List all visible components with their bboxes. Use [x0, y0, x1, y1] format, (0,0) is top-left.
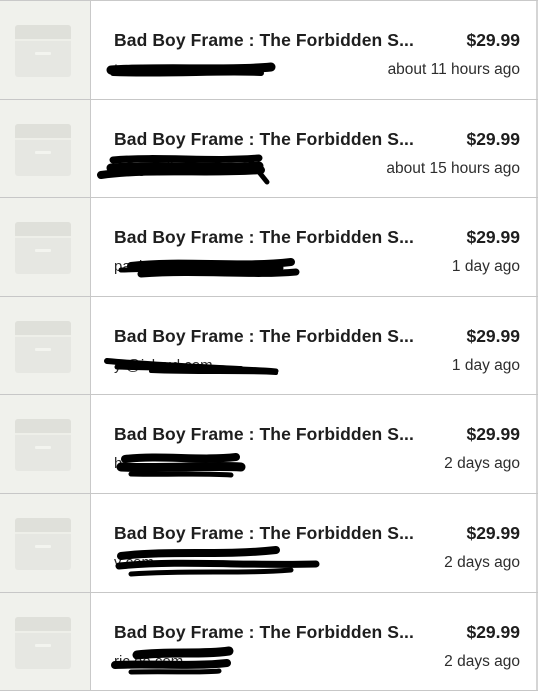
- thumbnail-column: [0, 493, 91, 592]
- thumbnail-column: [0, 1, 91, 99]
- order-details: Bad Boy Frame : The Forbidden S... $29.9…: [91, 1, 538, 99]
- product-placeholder-icon: [15, 320, 71, 373]
- thumbnail-column: [0, 198, 91, 296]
- order-details: Bad Boy Frame : The Forbidden S... $29.9…: [91, 493, 538, 592]
- product-placeholder-icon: [15, 419, 71, 472]
- thumbnail-column: [0, 395, 91, 493]
- customer-email: v com: [114, 553, 155, 571]
- order-price: $29.99: [466, 325, 520, 346]
- product-placeholder-icon: [15, 25, 71, 77]
- order-list: Bad Boy Frame : The Forbidden S... $29.9…: [0, 0, 538, 700]
- order-details: Bad Boy Frame : The Forbidden S... $29.9…: [91, 198, 538, 296]
- order-price: $29.99: [466, 522, 520, 543]
- order-time: 1 day ago: [451, 258, 520, 276]
- order-time: 2 days ago: [444, 553, 520, 571]
- order-row[interactable]: Bad Boy Frame : The Forbidden S... $29.9…: [0, 592, 538, 692]
- product-placeholder-icon: [15, 123, 71, 176]
- order-time: about 11 hours ago: [387, 61, 520, 78]
- product-title: Bad Boy Frame : The Forbidden S...: [114, 325, 414, 346]
- customer-email: h: [114, 455, 123, 473]
- order-time: about 15 hours ago: [386, 159, 520, 177]
- order-time: 2 days ago: [444, 455, 520, 473]
- thumbnail-column: [0, 592, 91, 691]
- product-title: Bad Boy Frame : The Forbidden S...: [114, 30, 414, 50]
- order-row[interactable]: Bad Boy Frame : The Forbidden S... $29.9…: [0, 296, 538, 396]
- order-row[interactable]: Bad Boy Frame : The Forbidden S... $29.9…: [0, 493, 538, 593]
- order-row[interactable]: Bad Boy Frame : The Forbidden S... $29.9…: [0, 395, 538, 494]
- product-title: Bad Boy Frame : The Forbidden S...: [114, 128, 414, 149]
- product-title: Bad Boy Frame : The Forbidden S...: [114, 621, 414, 642]
- customer-email: ric oo.com: [114, 652, 184, 670]
- thumbnail-column: [0, 296, 91, 395]
- product-title: Bad Boy Frame : The Forbidden S...: [114, 424, 414, 445]
- customer-email: t @gmail.com: [114, 159, 206, 177]
- thumbnail-column: [0, 99, 91, 198]
- product-title: Bad Boy Frame : The Forbidden S...: [114, 227, 414, 248]
- order-details: Bad Boy Frame : The Forbidden S... $29.9…: [91, 99, 538, 198]
- order-price: $29.99: [466, 621, 520, 642]
- product-placeholder-icon: [15, 517, 71, 570]
- product-placeholder-icon: [15, 222, 71, 275]
- order-price: $29.99: [466, 30, 520, 50]
- order-time: 1 day ago: [451, 356, 520, 374]
- customer-email: y @icloud.com: [114, 356, 213, 374]
- order-price: $29.99: [466, 227, 520, 248]
- order-row[interactable]: Bad Boy Frame : The Forbidden S... $29.9…: [0, 1, 538, 100]
- product-title: Bad Boy Frame : The Forbidden S...: [114, 522, 414, 543]
- order-time: 2 days ago: [444, 652, 520, 670]
- order-details: Bad Boy Frame : The Forbidden S... $29.9…: [91, 395, 538, 493]
- order-details: Bad Boy Frame : The Forbidden S... $29.9…: [91, 592, 538, 691]
- order-price: $29.99: [466, 424, 520, 445]
- order-row[interactable]: Bad Boy Frame : The Forbidden S... $29.9…: [0, 198, 538, 297]
- customer-email: paul .com: [114, 258, 180, 276]
- order-price: $29.99: [466, 128, 520, 149]
- order-row[interactable]: Bad Boy Frame : The Forbidden S... $29.9…: [0, 99, 538, 199]
- customer-email: t .com: [114, 61, 155, 78]
- order-details: Bad Boy Frame : The Forbidden S... $29.9…: [91, 296, 538, 395]
- product-placeholder-icon: [15, 616, 71, 669]
